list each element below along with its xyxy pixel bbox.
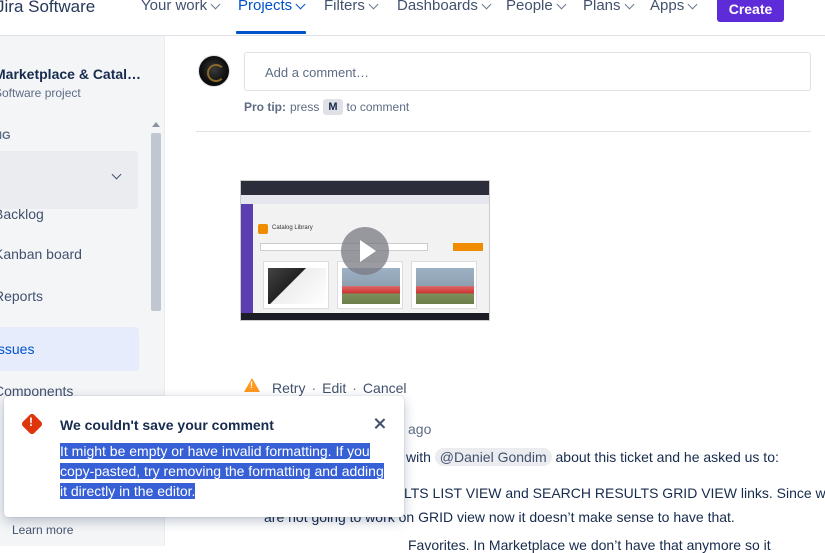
close-icon[interactable] [372, 416, 388, 432]
pro-tip-label: Pro tip: [244, 100, 286, 114]
add-comment-input[interactable]: Add a comment… [244, 52, 811, 91]
project-name[interactable]: Marketplace & Catal… [0, 66, 141, 82]
nav-projects-label: Projects [238, 0, 293, 14]
flag-title: We couldn't save your comment [60, 417, 274, 433]
chevron-down-icon [368, 0, 379, 9]
learn-more-link[interactable]: Learn more [12, 523, 73, 537]
scroll-up-arrow-icon[interactable] [152, 122, 160, 127]
sidebar-scroll-thumb[interactable] [151, 133, 161, 311]
comment-line-2: LTS LIST VIEW and SEARCH RESULTS GRID VI… [404, 485, 825, 501]
video-frame-card [411, 261, 477, 309]
chevron-down-icon [624, 0, 634, 9]
pro-tip: Pro tip: press M to comment [244, 99, 409, 115]
nav-apps-label: Apps [650, 0, 685, 14]
comment-line-1: with @Daniel Gondim about this ticket an… [406, 448, 779, 466]
video-app-sidebar [241, 204, 253, 314]
sidebar-item-kanban-board[interactable]: Kanban board [0, 246, 82, 262]
board-selector[interactable] [0, 151, 138, 209]
comment-text: about this ticket and he asked us to: [555, 449, 779, 465]
nav-plans[interactable]: Plans [583, 0, 634, 14]
retry-button[interactable]: Retry [272, 380, 305, 396]
warning-icon [244, 378, 260, 392]
failed-comment-actions: Retry · Edit · Cancel [272, 380, 407, 396]
user-mention[interactable]: @Daniel Gondim [434, 448, 552, 466]
cars-image [416, 268, 474, 304]
nav-your-work[interactable]: Your work [141, 0, 221, 14]
video-browser-bar [241, 181, 489, 195]
jira-logo[interactable]: Jira Software [0, 0, 95, 17]
nav-people-label: People [506, 0, 553, 14]
separator: · [352, 380, 357, 396]
shortcut-key: M [323, 99, 343, 115]
nav-filters[interactable]: Filters [324, 0, 379, 14]
sidebar-section-label: NG [0, 130, 11, 142]
top-navigation: Jira Software Your work Projects Filters… [0, 0, 825, 36]
nav-projects[interactable]: Projects [238, 0, 306, 14]
flag-message-text: It might be empty or have invalid format… [60, 443, 384, 499]
video-frame-title: Catalog Library [272, 225, 313, 231]
chevron-down-icon [687, 0, 698, 9]
laptop-image [268, 268, 326, 304]
comment-line-4: Favorites. In Marketplace we don’t have … [408, 537, 771, 553]
chevron-down-icon [556, 0, 567, 9]
video-frame-button [453, 243, 483, 251]
chevron-down-icon [295, 0, 306, 9]
cancel-button[interactable]: Cancel [363, 380, 407, 396]
nav-plans-label: Plans [583, 0, 621, 14]
pro-tip-suffix: to comment [346, 100, 410, 114]
video-bookmarks-bar [241, 195, 489, 204]
separator: · [311, 380, 317, 396]
sidebar-item-issues[interactable]: Issues [0, 341, 34, 357]
comment-text: with [406, 449, 431, 465]
nav-filters-label: Filters [324, 0, 365, 14]
chevron-down-icon [481, 0, 492, 9]
nav-people[interactable]: People [506, 0, 567, 14]
edit-button[interactable]: Edit [322, 380, 346, 396]
nav-dashboards-label: Dashboards [397, 0, 478, 14]
comment-timestamp: ago [408, 421, 432, 437]
error-flag: ! We couldn't save your comment It might… [4, 396, 404, 537]
nav-apps[interactable]: Apps [650, 0, 698, 14]
create-button[interactable]: Create [717, 0, 784, 22]
chevron-down-icon [111, 169, 122, 180]
video-frame-card [263, 261, 329, 309]
flag-message: It might be empty or have invalid format… [60, 441, 390, 501]
nav-dashboards[interactable]: Dashboards [397, 0, 492, 14]
catalog-icon [258, 224, 268, 234]
sidebar-item-backlog[interactable]: Backlog [0, 206, 44, 222]
play-icon[interactable] [341, 227, 389, 275]
video-attachment[interactable]: Catalog Library [240, 180, 490, 321]
video-taskbar [241, 313, 489, 320]
nav-your-work-label: Your work [141, 0, 208, 14]
project-type: Software project [0, 86, 81, 100]
user-avatar [198, 55, 230, 87]
nav-active-indicator [236, 31, 306, 34]
error-icon-mark: ! [29, 415, 33, 429]
sidebar-item-reports[interactable]: Reports [0, 288, 43, 304]
divider [196, 131, 811, 132]
pro-tip-press: press [290, 100, 320, 114]
chevron-down-icon [210, 0, 221, 9]
